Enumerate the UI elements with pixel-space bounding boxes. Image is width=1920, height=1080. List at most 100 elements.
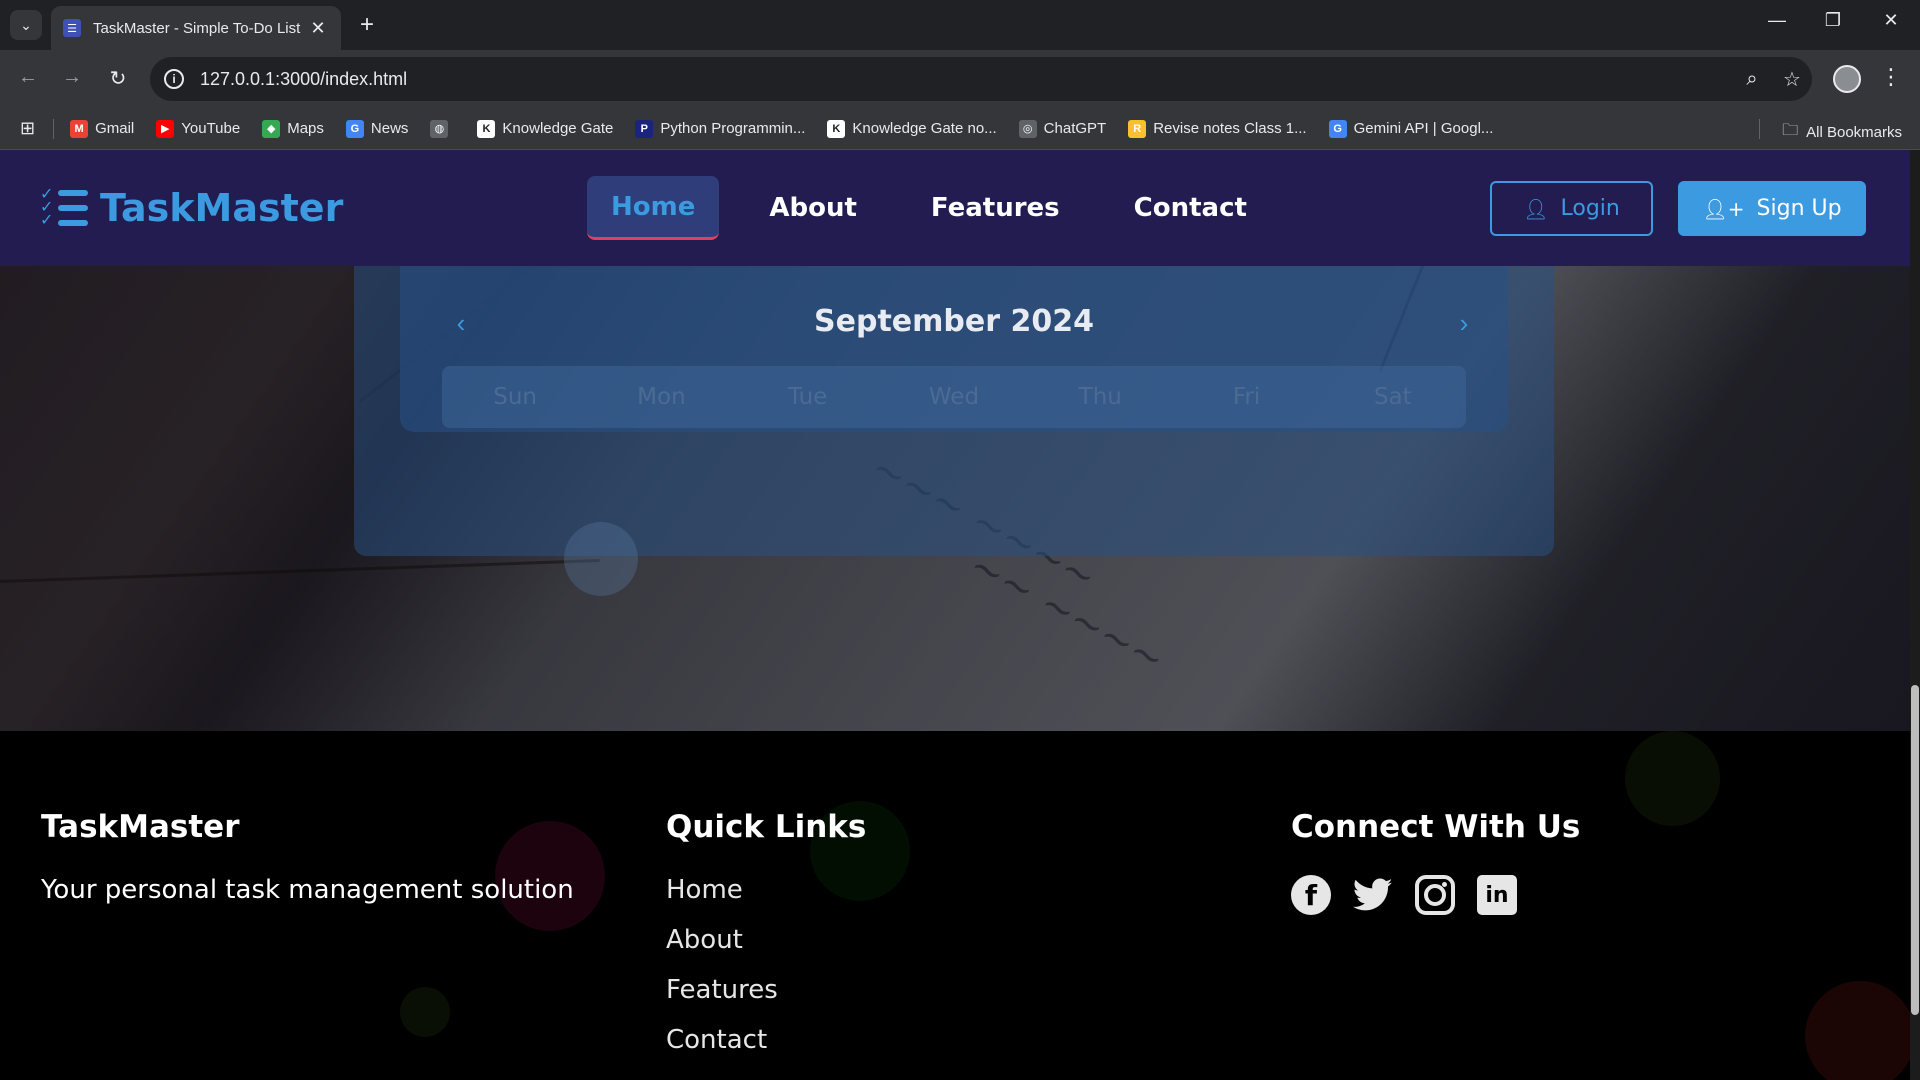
weekday-label: Thu: [1078, 384, 1122, 410]
facebook-icon[interactable]: f: [1291, 875, 1331, 915]
footer-link-about[interactable]: About: [666, 925, 866, 955]
quick-links-list: Home About Features Contact: [666, 875, 866, 1055]
bookmarks-divider: [1759, 119, 1760, 139]
tab-title: TaskMaster - Simple To-Do List: [93, 19, 301, 37]
bookmark-favicon-icon: ◎: [1018, 119, 1037, 138]
decorative-bubble: [400, 987, 450, 1037]
login-label: Login: [1560, 196, 1620, 221]
bookmark-favicon-icon: K: [827, 119, 846, 138]
browser-tab[interactable]: ☰ TaskMaster - Simple To-Do List ✕: [51, 6, 341, 50]
bookmark-label: ChatGPT: [1043, 120, 1107, 137]
bookmark-item[interactable]: ◎ ChatGPT: [1018, 119, 1107, 138]
main-menu: Home About Features Contact: [587, 176, 1297, 240]
url-text[interactable]: 127.0.0.1:3000/index.html: [200, 69, 1732, 90]
bookmark-favicon-icon: ◆: [262, 119, 281, 138]
site-footer: TaskMaster Your personal task management…: [0, 731, 1915, 1080]
signup-label: Sign Up: [1756, 196, 1842, 221]
decorative-bubble: [1625, 731, 1720, 826]
close-window-icon[interactable]: ✕: [1876, 10, 1906, 31]
footer-brand: TaskMaster: [41, 809, 240, 845]
decorative-bubble: [564, 522, 638, 596]
bookmark-item[interactable]: K Knowledge Gate no...: [827, 119, 997, 138]
nav-item-about[interactable]: About: [745, 176, 881, 240]
footer-link-contact[interactable]: Contact: [666, 1025, 866, 1055]
bookmark-favicon-icon: ▶: [156, 119, 175, 138]
bookmark-favicon-icon: G: [345, 119, 364, 138]
footer-about-column: TaskMaster Your personal task management…: [41, 809, 574, 905]
bookmark-favicon-icon: M: [70, 119, 89, 138]
bookmark-label: Python Programmin...: [660, 120, 806, 137]
linkedin-icon[interactable]: in: [1477, 875, 1517, 915]
reload-icon[interactable]: ↻: [104, 66, 132, 91]
user-icon: 👤︎: [1523, 196, 1549, 221]
next-month-button[interactable]: ›: [1444, 303, 1484, 343]
close-tab-icon[interactable]: ✕: [307, 18, 329, 39]
tab-search-button[interactable]: ⌄: [10, 10, 42, 40]
bookmark-item[interactable]: K Knowledge Gate: [477, 119, 613, 138]
page-scrollbar[interactable]: [1910, 150, 1920, 1080]
login-button[interactable]: 👤︎ Login: [1490, 181, 1653, 236]
bookmark-label: Gemini API | Googl...: [1353, 120, 1494, 137]
bookmark-item[interactable]: R Revise notes Class 1...: [1128, 119, 1307, 138]
twitter-icon[interactable]: [1353, 875, 1393, 915]
bookmark-item[interactable]: G Gemini API | Googl...: [1328, 119, 1494, 138]
new-tab-button[interactable]: +: [354, 12, 380, 38]
bookmark-favicon-icon: G: [1328, 119, 1347, 138]
weekday-label: Mon: [637, 384, 686, 410]
site-navbar: ✓ ✓ ✓ TaskMaster Home About Features Contac…: [0, 150, 1910, 266]
bookmark-item[interactable]: M Gmail: [70, 119, 134, 138]
bookmark-item[interactable]: ▶ YouTube: [156, 119, 241, 138]
weekday-label: Fri: [1232, 384, 1261, 410]
profile-avatar[interactable]: [1833, 65, 1861, 93]
bookmark-label: Maps: [287, 120, 324, 137]
bookmark-item[interactable]: ◆ Maps: [262, 119, 324, 138]
brand-logo[interactable]: ✓ ✓ ✓ TaskMaster: [40, 186, 343, 230]
back-arrow-icon[interactable]: ←: [14, 66, 42, 89]
bookmark-item[interactable]: G News: [345, 119, 409, 138]
bookmarks-divider: [53, 118, 55, 139]
nav-item-features[interactable]: Features: [907, 176, 1084, 240]
restore-window-icon[interactable]: ❐: [1818, 10, 1848, 31]
footer-tagline: Your personal task management solution: [41, 875, 574, 905]
footer-social-column: Connect With Us f in: [1291, 809, 1580, 915]
tab-favicon-icon: ☰: [63, 19, 81, 37]
footer-link-home[interactable]: Home: [666, 875, 866, 905]
all-bookmarks-button[interactable]: 🗀 All Bookmarks: [1782, 119, 1902, 146]
apps-grid-icon[interactable]: ⊞: [20, 118, 35, 139]
signup-button[interactable]: 👤︎+ Sign Up: [1678, 181, 1866, 236]
omnibox[interactable]: i 127.0.0.1:3000/index.html ⌕ ☆: [150, 57, 1812, 101]
forward-arrow-icon[interactable]: →: [58, 66, 86, 89]
bookmark-item[interactable]: ◍: [430, 119, 455, 138]
browser-menu-icon[interactable]: ⋮: [1880, 64, 1902, 90]
bookmark-favicon-icon: P: [635, 119, 654, 138]
user-plus-icon: 👤︎+: [1702, 196, 1745, 221]
bookmark-star-icon[interactable]: ☆: [1772, 67, 1812, 92]
scrollbar-thumb[interactable]: [1911, 685, 1919, 1015]
nav-item-home[interactable]: Home: [587, 176, 720, 240]
bookmark-label: YouTube: [181, 120, 241, 137]
social-links: f in: [1291, 875, 1580, 915]
bookmark-label: News: [370, 120, 409, 137]
quick-links-title: Quick Links: [666, 809, 867, 845]
folder-icon: 🗀: [1782, 122, 1799, 139]
bookmark-item[interactable]: P Python Programmin...: [635, 119, 806, 138]
weekday-label: Wed: [928, 384, 980, 410]
nav-item-contact[interactable]: Contact: [1110, 176, 1271, 240]
instagram-icon[interactable]: [1415, 875, 1455, 915]
decorative-bubble: [1805, 981, 1915, 1080]
weekday-label: Sat: [1373, 384, 1412, 410]
site-info-icon[interactable]: i: [164, 69, 184, 89]
bookmark-favicon-icon: R: [1128, 119, 1147, 138]
zoom-icon[interactable]: ⌕: [1732, 68, 1772, 91]
bookmarks-bar: ⊞ M Gmail ▶ YouTube ◆ Maps G News ◍ K Knowledge Ga…: [0, 108, 1920, 150]
twitter-bird-shape: [1353, 878, 1393, 911]
hero-photo-detail: [0, 559, 600, 583]
calendar-month-title: September 2024: [814, 304, 1094, 339]
connect-title: Connect With Us: [1291, 809, 1581, 845]
footer-link-features[interactable]: Features: [666, 975, 866, 1005]
minimize-window-icon[interactable]: —: [1762, 10, 1792, 31]
brand-name: TaskMaster: [100, 186, 344, 230]
page-viewport: ~~~ ~~~~ ~~ ~~~~ ✓ ✓ ✓ TaskMaster HomeAb…: [0, 150, 1920, 1080]
bookmark-label: Revise notes Class 1...: [1153, 120, 1307, 137]
chevron-right-icon: ›: [1459, 307, 1469, 338]
